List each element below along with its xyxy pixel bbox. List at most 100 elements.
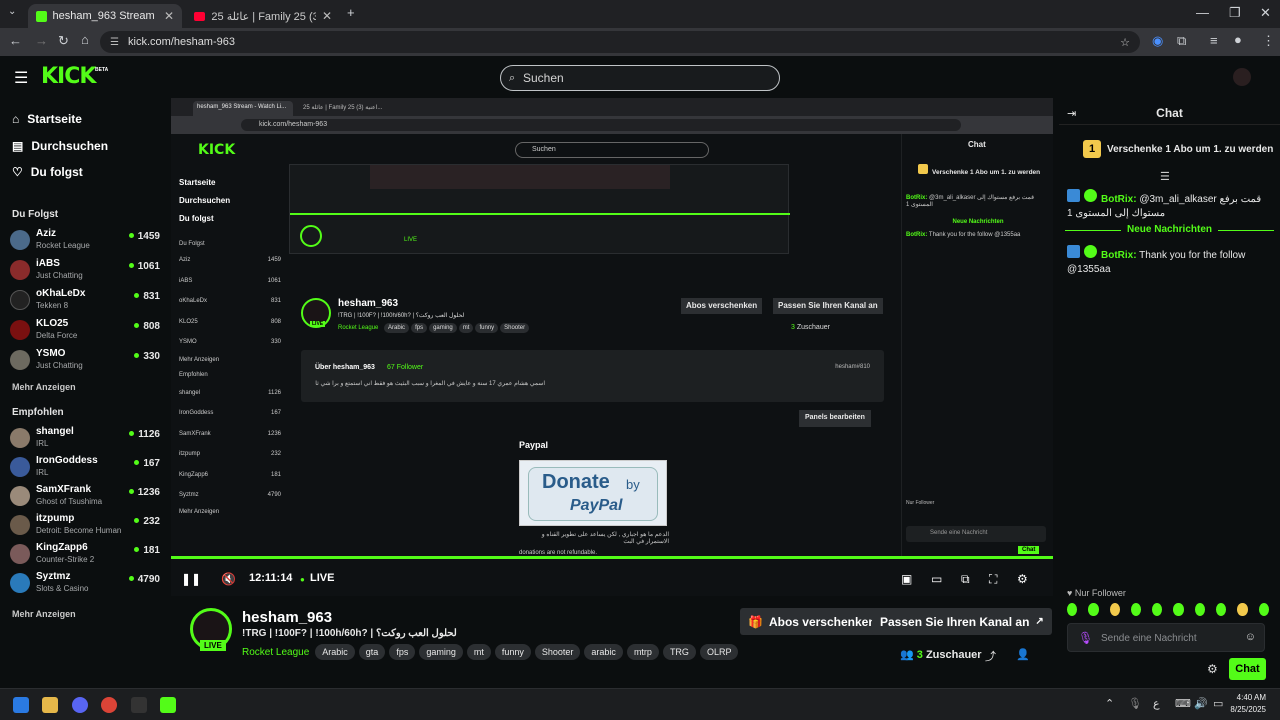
nav-following[interactable]: ♡ Du folgst xyxy=(12,165,83,179)
video-player[interactable]: hesham_963 Stream - Watch Li... عائلة 25… xyxy=(171,98,1053,596)
emote-icon[interactable] xyxy=(1109,603,1120,616)
browser-menu-icon[interactable]: ⋮ xyxy=(1262,33,1275,49)
address-bar[interactable]: ☰ kick.com/hesham-963 ☆ xyxy=(100,31,1140,53)
theater-mode-icon[interactable]: ▭ xyxy=(931,572,942,586)
bookmark-star-icon[interactable]: ☆ xyxy=(1120,36,1130,49)
clip-icon[interactable]: ⧉ xyxy=(961,572,970,587)
sidebar-channel-irongoddess[interactable]: IronGoddess IRL 167 xyxy=(10,453,160,481)
microphone-tray-icon[interactable]: 🎙 xyxy=(1128,697,1142,710)
chat-username[interactable]: BotRix: xyxy=(1101,250,1137,261)
search-input[interactable]: ⌕ Suchen xyxy=(500,65,780,91)
send-chat-button[interactable]: Chat xyxy=(1229,658,1266,680)
sidebar-channel-klo25[interactable]: KLO25 Delta Force 808 xyxy=(10,316,160,344)
site-info-icon[interactable]: ☰ xyxy=(110,37,119,48)
home-icon[interactable]: ⌂ xyxy=(81,32,89,47)
nav-browse[interactable]: ▤ Durchsuchen xyxy=(12,139,108,153)
emoji-picker-icon[interactable]: ☺ xyxy=(1245,631,1256,643)
sidebar-channel-syztmz[interactable]: Syztmz Slots & Casino 4790 xyxy=(10,569,160,597)
file-explorer-icon[interactable] xyxy=(42,697,58,713)
gift-subs-button[interactable]: 🎁 Abos verschenken xyxy=(740,608,884,635)
fullscreen-icon[interactable]: ⛶ xyxy=(989,572,997,587)
forward-icon[interactable]: → xyxy=(35,33,48,48)
emote-icon[interactable] xyxy=(1194,603,1206,616)
emote-icon[interactable] xyxy=(1258,603,1269,616)
tab-search-icon[interactable]: ⌄ xyxy=(8,6,16,17)
chat-settings-icon[interactable]: ⚙ xyxy=(1207,662,1218,676)
close-tab-icon[interactable]: ✕ xyxy=(322,9,332,23)
sidebar-channel-kingzapp6[interactable]: KingZapp6 Counter-Strike 2 181 xyxy=(10,540,160,568)
sidebar-channel-shangel[interactable]: shangel IRL 1126 xyxy=(10,424,160,452)
tray-chevron-icon[interactable]: ⌃ xyxy=(1105,697,1114,710)
emote-icon[interactable] xyxy=(1088,603,1099,616)
windows-start-icon[interactable] xyxy=(13,697,29,713)
tag-chip[interactable]: TRG xyxy=(662,644,696,660)
share-icon[interactable]: ⤴ xyxy=(985,648,996,664)
reload-icon[interactable]: ↻ xyxy=(58,33,69,49)
emote-icon[interactable] xyxy=(1237,603,1248,616)
user-settings-icon[interactable]: 👤 xyxy=(1016,648,1030,661)
tag-chip[interactable]: OLRP xyxy=(699,644,739,660)
chat-input[interactable]: 🎙 Sende eine Nachricht ☺ xyxy=(1067,623,1265,652)
kick-app-icon[interactable] xyxy=(160,697,176,713)
tag-chip[interactable]: arabic xyxy=(584,644,623,660)
chat-username[interactable]: BotRix: xyxy=(1101,194,1137,205)
sidebar-channel-iabs[interactable]: iABS Just Chatting 1061 xyxy=(10,256,160,284)
tag-chip[interactable]: Arabic xyxy=(315,644,355,660)
input-language[interactable]: ع xyxy=(1153,697,1160,710)
hamburger-menu-icon[interactable]: ☰ xyxy=(14,68,28,88)
sidebar-channel-itzpump[interactable]: itzpump Detroit: Become Human 232 xyxy=(10,511,160,539)
mute-icon[interactable]: 🔇 xyxy=(221,572,236,586)
video-progress-bar[interactable] xyxy=(171,556,1053,559)
restore-icon[interactable]: ❐ xyxy=(1229,5,1241,21)
pinned-toggle-icon[interactable]: ☰ xyxy=(1160,170,1170,183)
channel-name[interactable]: hesham_963 xyxy=(242,609,332,626)
new-tab-icon[interactable]: + xyxy=(347,5,355,20)
stream-channel-viewers: 330 xyxy=(270,339,281,345)
tag-chip[interactable]: gta xyxy=(358,644,386,660)
customize-channel-button[interactable]: Passen Sie Ihren Kanal an ↗ xyxy=(872,608,1052,635)
minimize-icon[interactable]: — xyxy=(1196,5,1209,20)
network-icon[interactable]: ⌨ xyxy=(1175,697,1191,710)
tag-chip[interactable]: mt xyxy=(466,644,491,660)
play-pause-icon[interactable]: ❚❚ xyxy=(181,572,201,586)
close-window-icon[interactable]: ✕ xyxy=(1260,5,1271,21)
clock[interactable]: 4:40 AM 8/25/2025 xyxy=(1226,692,1266,716)
capcut-icon[interactable] xyxy=(131,697,147,713)
sidebar-channel-aziz[interactable]: Aziz Rocket League 1459 xyxy=(10,226,160,254)
tab-youtube[interactable]: عائلة 25 | Family 25 (3) اعنية... ✕ xyxy=(186,4,340,28)
sidebar-channel-samxfrank[interactable]: SamXFrank Ghost of Tsushima 1236 xyxy=(10,482,160,510)
user-avatar[interactable] xyxy=(1233,68,1251,86)
gift-leaderboard[interactable]: 1 Verschenke 1 Abo um 1. zu werden xyxy=(1083,140,1273,158)
kick-logo[interactable]: KICK BETA xyxy=(41,64,108,89)
emote-icon[interactable] xyxy=(1067,603,1078,616)
back-icon[interactable]: ← xyxy=(9,33,22,48)
tag-chip[interactable]: mtrp xyxy=(626,644,659,660)
emote-icon[interactable] xyxy=(1173,603,1184,616)
extensions-puzzle-icon[interactable]: ⧉ xyxy=(1177,33,1186,49)
emote-icon[interactable] xyxy=(1152,603,1163,616)
tab-kick[interactable]: hesham_963 Stream - Watch Li... ✕ xyxy=(28,4,182,28)
battery-icon[interactable]: ▭ xyxy=(1213,697,1223,710)
tag-chip[interactable]: fps xyxy=(389,644,416,660)
nav-home[interactable]: ⌂ Startseite xyxy=(12,112,82,126)
tag-chip[interactable]: funny xyxy=(494,644,531,660)
emote-icon[interactable] xyxy=(1216,603,1227,616)
extension-icon[interactable]: ◉ xyxy=(1152,33,1163,49)
profile-avatar-icon[interactable]: ● xyxy=(1234,32,1242,47)
chrome-icon[interactable] xyxy=(101,697,117,713)
show-more-recommended[interactable]: Mehr Anzeigen xyxy=(12,609,76,619)
category-link[interactable]: Rocket League xyxy=(242,647,309,658)
sidebar-channel-ysmo[interactable]: YSMO Just Chatting 330 xyxy=(10,346,160,374)
tag-chip[interactable]: gaming xyxy=(419,644,463,660)
settings-gear-icon[interactable]: ⚙ xyxy=(1017,572,1028,586)
volume-icon[interactable]: 🔊 xyxy=(1194,697,1208,710)
microphone-icon[interactable]: 🎙 xyxy=(1078,631,1093,645)
discord-icon[interactable] xyxy=(72,697,88,713)
media-control-icon[interactable]: ≡ xyxy=(1210,33,1218,48)
sidebar-channel-okhaledx[interactable]: oKhaLeDx Tekken 8 831 xyxy=(10,286,160,314)
pip-icon[interactable]: ▣ xyxy=(901,572,912,586)
tag-chip[interactable]: Shooter xyxy=(534,644,581,660)
close-tab-icon[interactable]: ✕ xyxy=(164,9,174,23)
emote-icon[interactable] xyxy=(1130,603,1142,616)
show-more-following[interactable]: Mehr Anzeigen xyxy=(12,382,76,392)
